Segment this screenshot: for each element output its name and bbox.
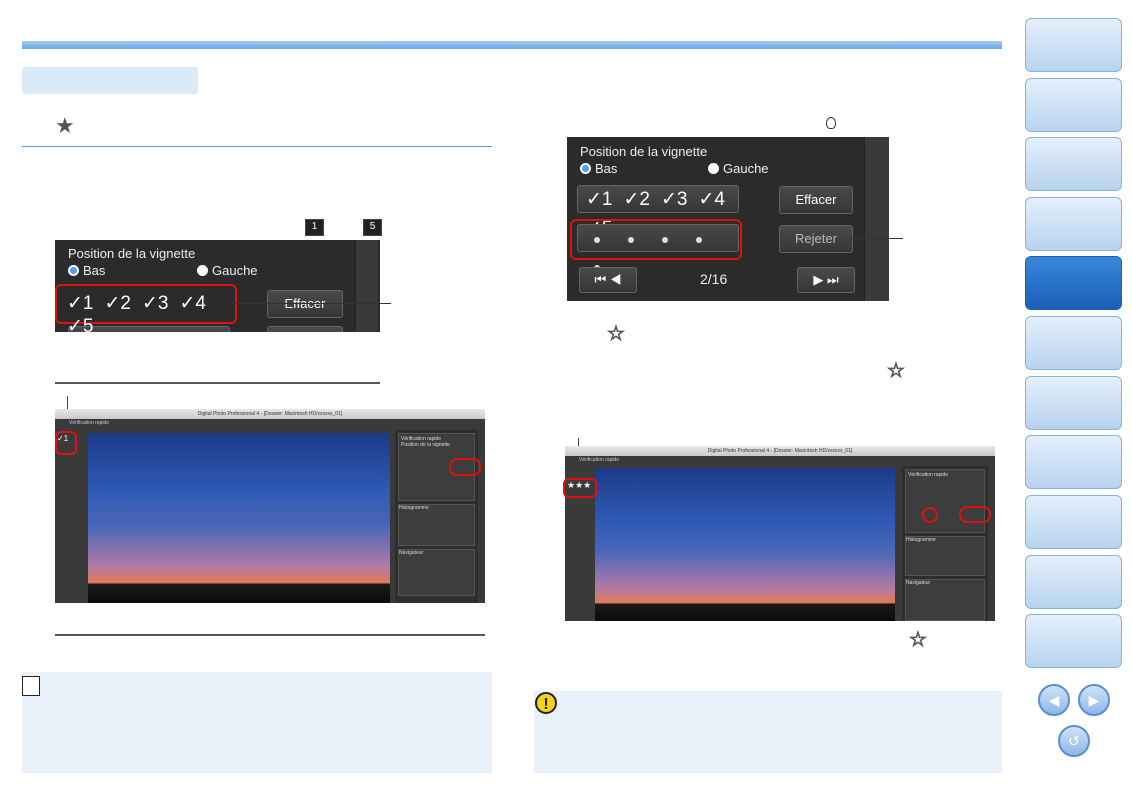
prev-page-icon[interactable]: ◀ [1038, 684, 1070, 716]
note-icon [22, 676, 40, 696]
page-counter: 2/16 [700, 271, 728, 287]
rule [55, 634, 485, 636]
reject-highlight [959, 506, 991, 523]
navigator-block: Navigateur [398, 549, 475, 596]
radio-bottom[interactable]: Bas [580, 161, 617, 176]
preview-photo [88, 433, 390, 603]
star-outline-icon: ☆ [607, 323, 626, 346]
nav-tab-8[interactable] [1025, 435, 1122, 489]
nav-tab-4[interactable] [1025, 197, 1122, 251]
nav-tab-1[interactable] [1025, 18, 1122, 72]
check-3-button[interactable]: ✓3 [142, 292, 169, 315]
check-1-button[interactable]: ✓1 [67, 292, 94, 315]
callout-line [233, 303, 391, 304]
next-page-icon[interactable]: ▶ [1078, 684, 1110, 716]
warning-icon: ! [535, 692, 557, 714]
nav-tab-9[interactable] [1025, 495, 1122, 549]
nav-tab-2[interactable] [1025, 78, 1122, 132]
rating-highlight [570, 219, 742, 260]
check-5-button[interactable]: ✓5 [67, 315, 94, 338]
bulb-icon [826, 117, 836, 129]
stars-highlight [563, 478, 597, 498]
section-label [22, 67, 198, 94]
app-screenshot-rating: Digital Photo Professional 4 - [Dossier:… [565, 446, 995, 621]
preview-photo [595, 468, 895, 621]
window-titlebar: Digital Photo Professional 4 - [Dossier:… [565, 446, 995, 456]
histogram-block: Histogramme [905, 536, 985, 576]
section-rule [22, 146, 492, 147]
panel-title: Position de la vignette [580, 144, 708, 159]
panel-title: Position de la vignette [68, 246, 196, 261]
clear-highlight [449, 458, 481, 476]
clear-button[interactable]: Effacer [267, 290, 343, 318]
check-4-button[interactable]: ✓4 [699, 186, 726, 214]
check-icon-1: 1 [305, 219, 324, 236]
clear-button[interactable]: Effacer [779, 186, 853, 214]
radio-left[interactable]: Gauche [197, 263, 258, 278]
check-2-button[interactable]: ✓2 [624, 186, 651, 214]
star-button-highlight [922, 507, 938, 523]
star-icon: ★ [55, 113, 75, 138]
navigator-block: Navigateur [905, 579, 985, 621]
reject-button-partial[interactable] [267, 326, 343, 332]
nav-tab-3[interactable] [1025, 137, 1122, 191]
check-3-button[interactable]: ✓3 [661, 186, 688, 214]
nav-tab-6[interactable] [1025, 316, 1122, 370]
toolbar-tab: Vérification rapide [565, 456, 995, 464]
radio-left[interactable]: Gauche [708, 161, 769, 176]
callout-line [851, 238, 903, 239]
check-buttons-row[interactable]: ✓1✓2✓3✓4✓5 [577, 185, 739, 239]
radio-bottom[interactable]: Bas [68, 263, 105, 278]
toolbar-tab: Vérification rapide [55, 419, 485, 427]
quick-check-sidebar: Vérification rapide Position de la vignet… [395, 430, 478, 603]
star-outline-icon: ☆ [887, 360, 906, 383]
back-icon[interactable]: ↺ [1058, 725, 1090, 757]
header-bar [22, 41, 1002, 49]
first-prev-buttons[interactable]: ⏮ ◀ [579, 267, 637, 293]
reject-button[interactable]: Rejeter [779, 225, 853, 253]
scrollbar[interactable] [864, 137, 889, 301]
window-titlebar: Digital Photo Professional 4 - [Dossier:… [55, 409, 485, 419]
check-4-button[interactable]: ✓4 [180, 292, 207, 315]
check-icon-5: 5 [363, 219, 382, 236]
sidebar-controls[interactable]: Vérification rapide [905, 469, 985, 533]
check-2-button[interactable]: ✓2 [105, 292, 132, 315]
next-last-buttons[interactable]: ▶ ⏭ [797, 267, 855, 293]
scrollbar[interactable] [355, 240, 378, 332]
thumb-highlight [55, 431, 77, 455]
warning-box [534, 691, 1002, 773]
rule [55, 382, 380, 384]
nav-tab-5-active[interactable] [1025, 256, 1122, 310]
nav-tab-7[interactable] [1025, 376, 1122, 430]
check-1-button[interactable]: ✓1 [586, 186, 613, 214]
app-screenshot-check: Digital Photo Professional 4 - [Dossier:… [55, 409, 485, 603]
nav-tab-10[interactable] [1025, 555, 1122, 609]
check-buttons-highlight: ✓1 ✓2 ✓3 ✓4 ✓5 [55, 284, 237, 337]
star-outline-icon: ☆ [909, 629, 928, 652]
nav-tab-11[interactable] [1025, 614, 1122, 668]
quick-check-sidebar: Vérification rapide Histogramme Navigate… [902, 466, 988, 621]
histogram-block: Histogramme [398, 504, 475, 546]
check-buttons-row[interactable]: ✓1 ✓2 ✓3 ✓4 ✓5 [67, 292, 235, 338]
note-box [22, 672, 492, 773]
